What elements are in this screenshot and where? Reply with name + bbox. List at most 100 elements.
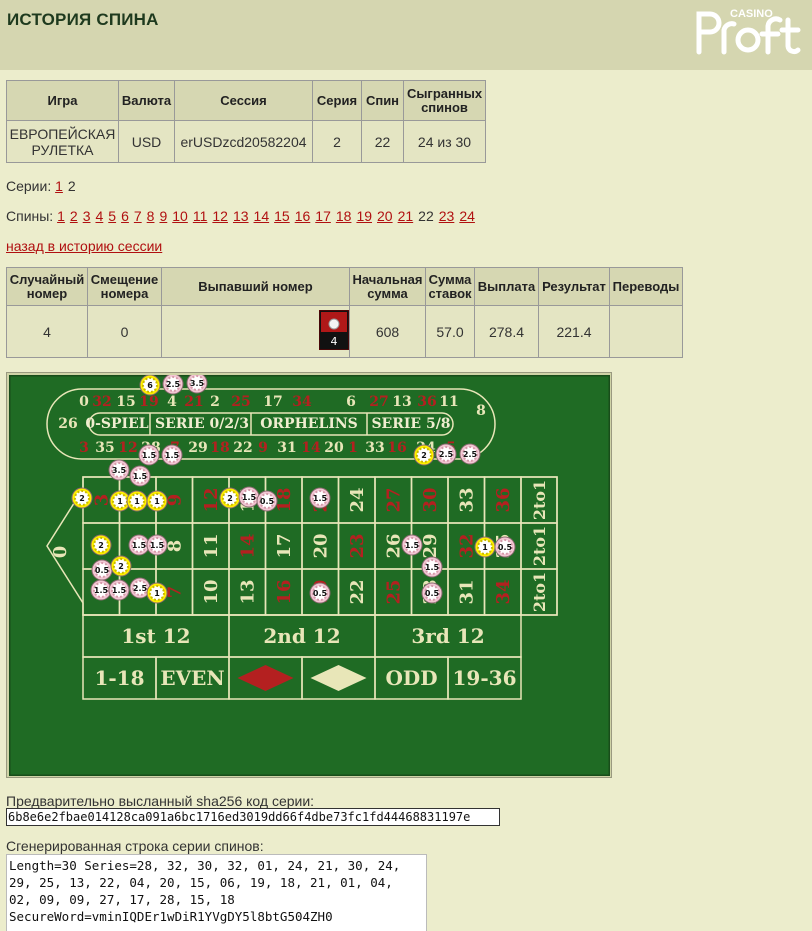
spin-link[interactable]: 15 (274, 208, 290, 224)
chip: 1.5 (129, 465, 151, 487)
chip-value: 1.5 (150, 541, 165, 550)
number-label: 11 (201, 533, 222, 558)
chip-value: 6 (147, 381, 153, 390)
spin-link[interactable]: 12 (212, 208, 228, 224)
dozen-label: 3rd 12 (411, 624, 484, 648)
number-label: 17 (274, 533, 295, 558)
series-current: 2 (67, 178, 76, 194)
cell-series: 2 (312, 120, 362, 163)
chip-value: 1.5 (132, 541, 147, 550)
racetrack-number: 12 (118, 440, 137, 456)
spin-link[interactable]: 11 (193, 208, 208, 224)
number-label: 23 (347, 533, 368, 558)
spin-link[interactable]: 10 (172, 208, 188, 224)
chip: 3.5 (186, 375, 208, 394)
chip: 1.5 (401, 534, 423, 556)
spin-link[interactable]: 24 (459, 208, 475, 224)
racetrack-number: 25 (231, 394, 250, 410)
spin-link[interactable]: 2 (70, 208, 78, 224)
header-offset: Смещение номера (87, 267, 162, 306)
racetrack-number: 19 (139, 394, 158, 410)
spin-link[interactable]: 13 (233, 208, 249, 224)
number-label: 12 (201, 487, 222, 512)
chip: 2 (219, 487, 241, 509)
outside-label: 1-18 (94, 666, 144, 690)
number-label: 36 (493, 487, 514, 512)
chip-value: 2 (421, 451, 427, 460)
spin-link[interactable]: 7 (134, 208, 142, 224)
chip-value: 1 (482, 543, 488, 552)
spin-link[interactable]: 20 (377, 208, 393, 224)
chip: 1.5 (146, 534, 168, 556)
chip-value: 1.5 (94, 586, 109, 595)
cell-random: 4 (6, 305, 88, 358)
dozen-label: 1st 12 (121, 624, 190, 648)
racetrack-number: 27 (369, 394, 388, 410)
chip: 1.5 (161, 444, 183, 466)
chip: 2.5 (459, 443, 481, 465)
racetrack-number: 31 (277, 440, 296, 456)
chip-value: 1.5 (405, 541, 420, 550)
column-bet-label: 2to1 (530, 526, 549, 566)
racetrack-number: 4 (167, 394, 177, 410)
spin-link[interactable]: 16 (295, 208, 311, 224)
spin-link[interactable]: 19 (356, 208, 372, 224)
spin-link[interactable]: 14 (254, 208, 270, 224)
racetrack-number: 11 (439, 394, 458, 410)
chip-value: 1.5 (112, 586, 127, 595)
logo-caption: CASINO (730, 8, 773, 20)
chip: 0.5 (91, 559, 113, 581)
spin-link[interactable]: 9 (159, 208, 167, 224)
chip: 0.5 (309, 582, 331, 604)
chip: 0.5 (494, 536, 516, 558)
spin-link[interactable]: 4 (95, 208, 103, 224)
header-payout: Выплата (474, 267, 539, 306)
chip: 1.5 (90, 579, 112, 601)
number-label: 20 (310, 533, 331, 558)
back-to-session-link[interactable]: назад в историю сессии (6, 238, 162, 254)
spin-link[interactable]: 21 (398, 208, 414, 224)
header-spin: Спин (361, 80, 404, 121)
chip: 1 (146, 490, 168, 512)
roulette-board: 0321519421225173462713361133512287291822… (6, 372, 612, 778)
generated-series: Length=30 Series=28, 32, 30, 32, 01, 24,… (6, 854, 427, 931)
number-label: 10 (201, 579, 222, 604)
spin-link[interactable]: 8 (147, 208, 155, 224)
chip-value: 1 (154, 589, 160, 598)
spin-table: Случайный номер Смещение номера Выпавший… (6, 267, 683, 358)
spin-link[interactable]: 18 (336, 208, 352, 224)
session-table: Игра Валюта Сессия Серия Спин Сыгранных … (6, 80, 486, 163)
number-label: 32 (456, 533, 477, 558)
spin-link[interactable]: 1 (57, 208, 65, 224)
number-label: 24 (347, 487, 368, 512)
spin-link[interactable]: 17 (315, 208, 331, 224)
spin-link[interactable]: 5 (108, 208, 116, 224)
chip-value: 0.5 (95, 566, 110, 575)
series-label: Серии: (6, 178, 52, 194)
racetrack-number: 32 (92, 394, 111, 410)
racetrack-section: SERIE 0/2/3 (155, 416, 249, 432)
cell-game: ЕВРОПЕЙСКАЯ РУЛЕТКА (6, 120, 119, 163)
casino-logo[interactable]: CASINO (694, 6, 804, 61)
chip-value: 0.5 (260, 497, 275, 506)
chip-value: 0.5 (498, 543, 513, 552)
hash-label: Предварительно высланный sha256 код сери… (6, 793, 315, 809)
header-start-sum: Начальная сумма (349, 267, 426, 306)
cell-result-number: 4 (161, 305, 350, 358)
racetrack-number: 29 (188, 440, 207, 456)
spin-link[interactable]: 23 (439, 208, 455, 224)
chip-value: 2.5 (166, 380, 181, 389)
spin-link[interactable]: 3 (83, 208, 91, 224)
chip-value: 1.5 (165, 451, 180, 460)
chip-value: 1 (117, 497, 123, 506)
header-bets-sum: Сумма ставок (425, 267, 475, 306)
series-link[interactable]: 1 (55, 178, 63, 194)
racetrack-section: 0-SPIEL (85, 416, 148, 432)
racetrack-number: 17 (263, 394, 282, 410)
chip-value: 0.5 (313, 589, 328, 598)
racetrack-number: 34 (292, 394, 312, 410)
chip-value: 2 (98, 541, 104, 550)
header-game: Игра (6, 80, 119, 121)
spin-link[interactable]: 6 (121, 208, 129, 224)
outside-label: 19-36 (453, 666, 517, 690)
